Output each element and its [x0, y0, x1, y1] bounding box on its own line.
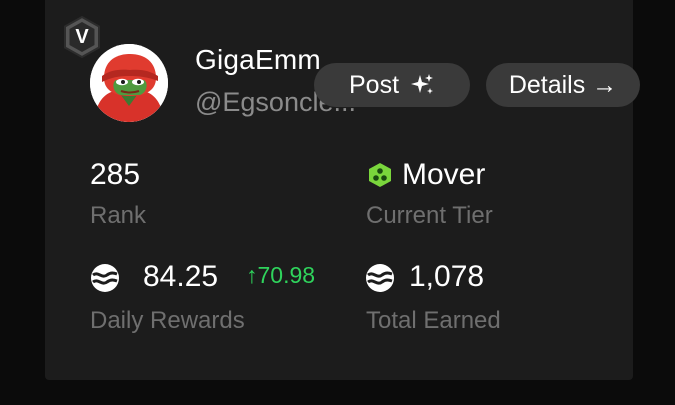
rank-label: Rank: [90, 202, 147, 229]
verified-badge: V: [62, 15, 102, 59]
sparkle-icon: [411, 74, 434, 94]
badge-letter: V: [75, 26, 89, 48]
tier-value: Mover: [402, 158, 486, 191]
tier-label: Current Tier: [366, 202, 493, 229]
coin-icon: [91, 264, 119, 292]
post-button-label: Post: [348, 70, 400, 99]
total-earned-label: Total Earned: [366, 307, 501, 334]
details-button[interactable]: Details →: [486, 63, 640, 107]
frog-avatar-icon: [90, 44, 168, 122]
coin-icon: [366, 264, 394, 292]
rank-value: 285: [90, 158, 141, 191]
post-button[interactable]: Post: [314, 63, 470, 107]
profile-name: GigaEmm: [195, 44, 321, 75]
daily-rewards-label: Daily Rewards: [90, 307, 245, 334]
tier-icon: [369, 163, 391, 187]
daily-rewards-value: 84.25: [143, 260, 219, 293]
details-button-label: Details →: [508, 70, 618, 99]
daily-rewards-delta: ↑70.98: [246, 262, 316, 288]
total-earned-value: 1,078: [409, 260, 485, 293]
avatar[interactable]: [90, 44, 168, 122]
